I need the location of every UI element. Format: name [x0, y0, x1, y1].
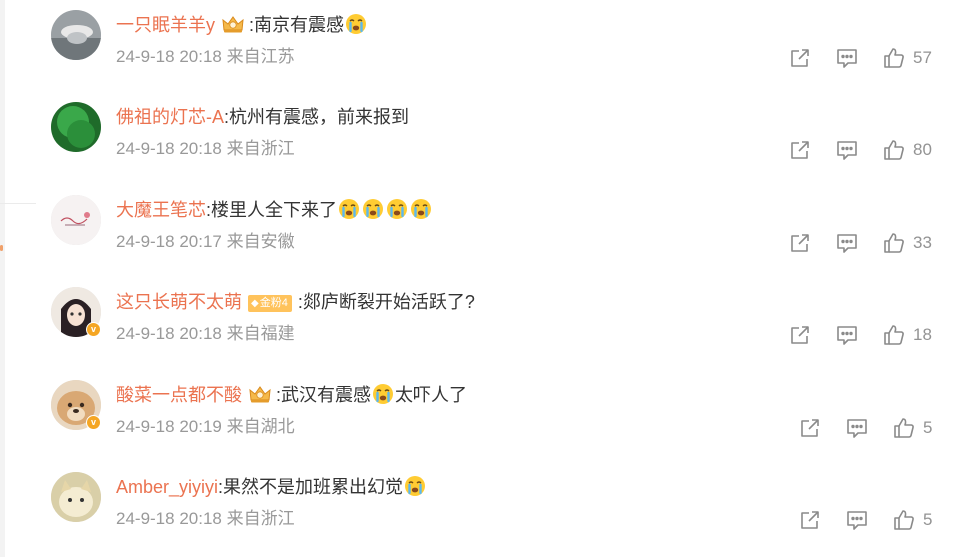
comment-meta: 24-9-18 20:18 来自江苏	[116, 45, 295, 69]
username-link[interactable]: 这只长萌不太萌	[116, 292, 242, 312]
comment-icon[interactable]	[835, 46, 859, 70]
username-link[interactable]: Amber_yiyiyi	[116, 477, 218, 497]
comment-icon[interactable]	[845, 416, 869, 440]
comment-text-line: 佛祖的灯芯-A:杭州有震感，前来报到	[116, 104, 409, 130]
share-icon[interactable]	[788, 231, 812, 255]
like-count: 5	[923, 418, 933, 437]
timestamp: 24-9-18 20:17	[116, 232, 222, 251]
fans-badge-label: 金粉4	[259, 297, 288, 309]
like-count: 5	[923, 510, 933, 529]
username-link[interactable]: 佛祖的灯芯-A	[116, 107, 224, 127]
comment-text-line: Amber_yiyiyi:果然不是加班累出幻觉	[116, 474, 427, 500]
avatar[interactable]	[51, 102, 101, 152]
comment-icon[interactable]	[835, 231, 859, 255]
crying-emoji-icon	[345, 13, 367, 35]
location: 来自福建	[226, 324, 295, 343]
location: 来自安徽	[226, 232, 295, 251]
comment-icon[interactable]	[835, 323, 859, 347]
verified-badge-icon: v	[86, 322, 101, 337]
username-link[interactable]: 酸菜一点都不酸	[116, 385, 242, 405]
like-count: 18	[913, 325, 932, 344]
comment-meta: 24-9-18 20:17 来自安徽	[116, 230, 295, 254]
comment-item: v 这只长萌不太萌 ◆金粉4:郯庐断裂开始活跃了? 24-9-18 20:18 来自福…	[0, 277, 960, 369]
comment-item: Amber_yiyiyi:果然不是加班累出幻觉 24-9-18 20:18 来自浙…	[0, 462, 960, 554]
comment-text: :郯庐断裂开始活跃了?	[297, 292, 475, 312]
avatar[interactable]	[51, 195, 101, 245]
share-icon[interactable]	[798, 416, 822, 440]
comment-icon[interactable]	[835, 138, 859, 162]
location: 来自浙江	[226, 509, 295, 528]
comment-item: 大魔王笔芯:楼里人全下来了 24-9-18 20:17 来自安徽 33	[0, 185, 960, 277]
crown-badge-icon[interactable]	[248, 384, 272, 404]
avatar[interactable]	[51, 472, 101, 522]
crying-emoji-icon	[362, 198, 384, 220]
thumbs-up-icon[interactable]	[882, 231, 906, 255]
comment-icon[interactable]	[845, 508, 869, 532]
comment-text-line: 一只眠羊羊y :南京有震感	[116, 12, 368, 38]
like-count: 33	[913, 233, 932, 252]
comment-meta: 24-9-18 20:18 来自浙江	[116, 137, 295, 161]
thumbs-up-icon[interactable]	[882, 138, 906, 162]
comment-item: v 酸菜一点都不酸 :武汉有震感 太吓人了 24-9-18 20:19 来自湖北 5	[0, 370, 960, 462]
crying-emoji-icon	[404, 475, 426, 497]
comment-meta: 24-9-18 20:19 来自湖北	[116, 415, 295, 439]
timestamp: 24-9-18 20:19	[116, 417, 222, 436]
diamond-icon: ◆	[251, 298, 259, 309]
share-icon[interactable]	[788, 46, 812, 70]
comment-text-continued: 太吓人了	[395, 385, 468, 405]
thumbs-up-icon[interactable]	[892, 416, 916, 440]
comment-text: :武汉有震感	[276, 385, 372, 405]
username-link[interactable]: 一只眠羊羊y	[116, 15, 215, 35]
timestamp: 24-9-18 20:18	[116, 324, 222, 343]
comment-text-line: 酸菜一点都不酸 :武汉有震感 太吓人了	[116, 382, 467, 408]
location: 来自湖北	[226, 417, 295, 436]
crown-badge-icon[interactable]	[221, 14, 245, 34]
crying-emoji-icon	[372, 383, 394, 405]
fans-badge[interactable]: ◆金粉4	[248, 295, 292, 312]
avatar[interactable]	[51, 10, 101, 60]
share-icon[interactable]	[788, 138, 812, 162]
like-count: 57	[913, 48, 932, 67]
crying-emoji-icon	[410, 198, 432, 220]
location: 来自江苏	[226, 47, 295, 66]
comment-meta: 24-9-18 20:18 来自福建	[116, 322, 295, 346]
comment-text: :楼里人全下来了	[206, 200, 338, 220]
crying-emoji-icon	[338, 198, 360, 220]
comment-meta: 24-9-18 20:18 来自浙江	[116, 507, 295, 531]
thumbs-up-icon[interactable]	[892, 508, 916, 532]
thumbs-up-icon[interactable]	[882, 46, 906, 70]
crying-emoji-icon	[386, 198, 408, 220]
timestamp: 24-9-18 20:18	[116, 139, 222, 158]
timestamp: 24-9-18 20:18	[116, 47, 222, 66]
thumbs-up-icon[interactable]	[882, 323, 906, 347]
comment-text-line: 大魔王笔芯:楼里人全下来了	[116, 197, 433, 223]
share-icon[interactable]	[798, 508, 822, 532]
like-count: 80	[913, 140, 932, 159]
comment-text: :南京有震感	[249, 15, 345, 35]
share-icon[interactable]	[788, 323, 812, 347]
comment-item: 一只眠羊羊y :南京有震感 24-9-18 20:18 来自江苏 57	[0, 0, 960, 92]
comment-item: 佛祖的灯芯-A:杭州有震感，前来报到 24-9-18 20:18 来自浙江 80	[0, 92, 960, 184]
verified-badge-icon: v	[86, 415, 101, 430]
timestamp: 24-9-18 20:18	[116, 509, 222, 528]
comment-text-line: 这只长萌不太萌 ◆金粉4 :郯庐断裂开始活跃了?	[116, 289, 475, 315]
username-link[interactable]: 大魔王笔芯	[116, 200, 206, 220]
location: 来自浙江	[226, 139, 295, 158]
comment-text: :杭州有震感，前来报到	[224, 107, 409, 127]
comment-text: :果然不是加班累出幻觉	[218, 477, 404, 497]
